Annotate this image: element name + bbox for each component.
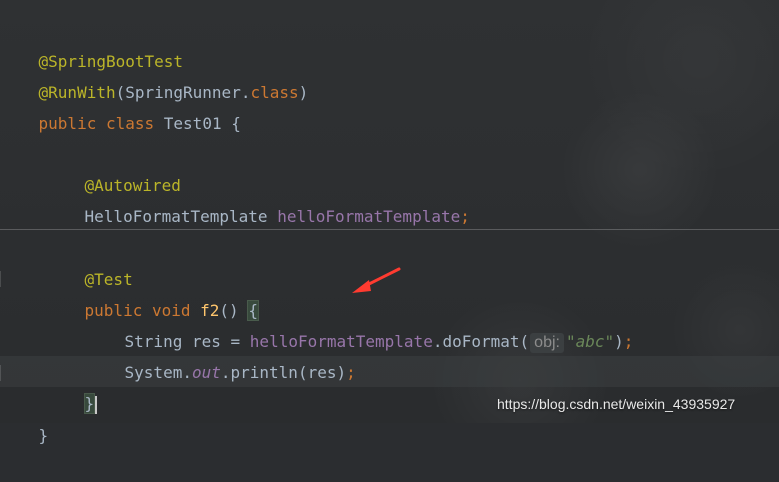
method-close-brace: } — [83, 393, 96, 414]
code-line-1: @SpringBootTest — [0, 15, 184, 71]
code-line-10: String res = helloFormatTemplate.doForma… — [86, 295, 633, 353]
code-editor[interactable]: @SpringBootTest @RunWith(SpringRunner.cl… — [0, 0, 779, 445]
println-call: .println(res) — [220, 363, 347, 382]
code-line-8: @Test — [46, 233, 133, 289]
gutter-fold-icon[interactable] — [0, 271, 4, 287]
public-keyword: public — [38, 114, 97, 133]
class-close-brace: } — [38, 426, 49, 445]
class-name: Test01 — [163, 114, 222, 133]
code-line-13: } — [0, 389, 49, 445]
gutter-fold-icon[interactable] — [0, 365, 4, 381]
static-out-field: out — [191, 363, 221, 382]
watermark: https://blog.csdn.net/weixin_43935927 — [497, 396, 736, 412]
field-semicolon: ; — [460, 207, 470, 226]
call-method-name: doFormat — [442, 332, 520, 351]
code-line-12: } — [46, 357, 98, 414]
call-close-paren: ) — [614, 332, 624, 351]
text-cursor — [95, 395, 98, 414]
code-line-2: @RunWith(SpringRunner.class) — [0, 46, 309, 102]
println-semicolon: ; — [346, 363, 356, 382]
arrow-icon — [352, 267, 401, 293]
parameter-hint: obj: — [530, 332, 564, 353]
code-line-9: public void f2() { — [46, 264, 259, 321]
call-semicolon: ; — [623, 332, 634, 351]
system-dot: . — [182, 363, 192, 382]
field-name: helloFormatTemplate — [277, 207, 461, 226]
call-open-paren: ( — [519, 332, 530, 351]
field-type: HelloFormatTemplate — [84, 207, 268, 226]
code-line-6: HelloFormatTemplate helloFormatTemplate; — [46, 170, 470, 226]
class-open-brace: { — [231, 114, 241, 133]
string-literal: "abc" — [565, 332, 615, 351]
code-line-5: @Autowired — [46, 139, 181, 195]
runwith-close-paren: ) — [298, 83, 309, 102]
code-line-3: public class Test01 { — [0, 77, 241, 133]
code-line-11: System.out.println(res); — [86, 326, 356, 382]
runwith-class-keyword: class — [250, 83, 299, 102]
system-class: System — [124, 363, 183, 382]
class-keyword: class — [105, 114, 155, 133]
